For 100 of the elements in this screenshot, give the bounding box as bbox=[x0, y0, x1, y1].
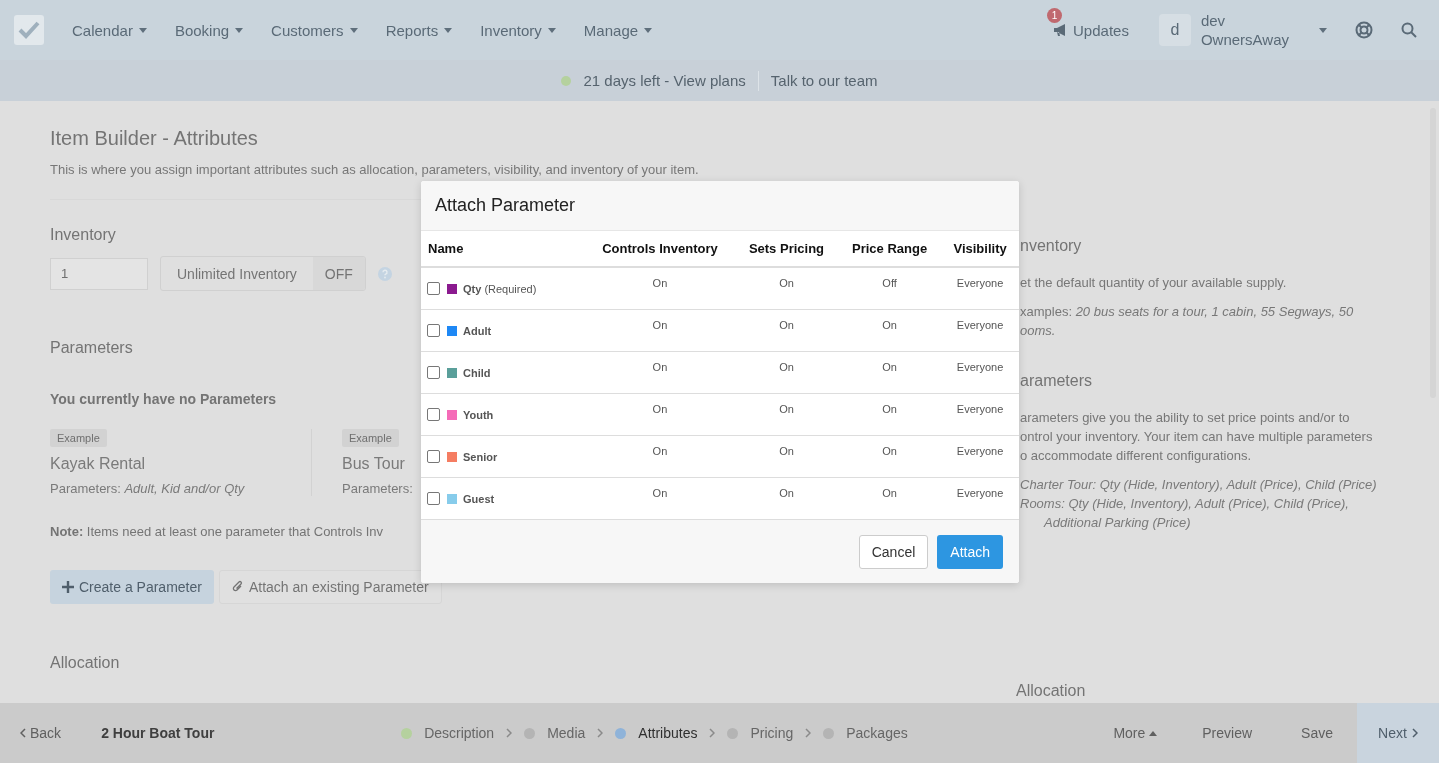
checkbox[interactable] bbox=[427, 408, 440, 421]
table-cell: On bbox=[652, 445, 668, 457]
preview-button[interactable]: Preview bbox=[1177, 725, 1278, 741]
column-header: Name bbox=[421, 231, 585, 267]
attach-parameter-button[interactable]: Attach an existing Parameter bbox=[218, 570, 442, 604]
paperclip-icon bbox=[231, 580, 244, 594]
table-cell: On bbox=[882, 361, 897, 373]
dialog-title: Attach Parameter bbox=[435, 195, 576, 216]
create-parameter-button[interactable]: Create a Parameter bbox=[50, 570, 214, 604]
example-text: Rooms: Qty (Hide, Inventory), Adult (Price), Child (Price), bbox=[1020, 495, 1350, 513]
example-parameters: Parameters: bbox=[342, 481, 413, 496]
table-cell: Off bbox=[882, 277, 897, 289]
attach-button[interactable]: Attach bbox=[937, 534, 1003, 569]
help-heading: nventory bbox=[1020, 237, 1083, 255]
page-description: This is where you assign important attributes such as allocation, parameters, visibility, and inventory of your item. bbox=[50, 162, 700, 177]
table-cell: On bbox=[779, 361, 794, 373]
chevron-icon bbox=[709, 728, 716, 738]
example-badge: Example bbox=[50, 429, 107, 447]
checkbox[interactable] bbox=[427, 450, 440, 463]
table-cell: Everyone bbox=[956, 319, 1004, 331]
more-menu-button[interactable]: More bbox=[1093, 725, 1178, 741]
nav-menu-item[interactable]: Customers bbox=[271, 21, 358, 39]
parameter-name: Adult bbox=[463, 324, 492, 337]
checkbox[interactable] bbox=[427, 492, 440, 505]
status-dot bbox=[561, 75, 572, 86]
search-icon[interactable] bbox=[1401, 22, 1417, 38]
empty-state-message: You currently have no Parameters bbox=[50, 391, 278, 407]
plus-icon bbox=[62, 581, 74, 593]
cancel-button[interactable]: Cancel bbox=[858, 534, 929, 569]
caret-icon bbox=[1319, 27, 1327, 33]
checkmark-logo-icon[interactable] bbox=[14, 15, 44, 45]
caret-icon bbox=[235, 27, 244, 33]
table-cell: On bbox=[652, 361, 668, 373]
section-heading: Parameters bbox=[50, 339, 134, 357]
table-cell: Everyone bbox=[956, 361, 1004, 373]
table-cell: On bbox=[779, 445, 794, 457]
item-name: 2 Hour Boat Tour bbox=[101, 725, 216, 741]
example-parameters: Parameters: Adult, Kid and/or Qty bbox=[50, 481, 245, 496]
example-badge: Example bbox=[342, 429, 399, 447]
checkbox[interactable] bbox=[427, 282, 440, 295]
next-button[interactable]: Next bbox=[1357, 703, 1439, 763]
help-lifebuoy-icon[interactable] bbox=[1355, 21, 1373, 39]
help-heading: arameters bbox=[1020, 372, 1094, 390]
table-cell: On bbox=[779, 403, 794, 415]
caret-icon bbox=[138, 27, 147, 33]
quantity-input[interactable]: 1 bbox=[50, 257, 148, 290]
table-cell: On bbox=[882, 487, 897, 499]
nav-menu-item[interactable]: Calendar bbox=[72, 21, 147, 39]
table-cell: On bbox=[882, 403, 897, 415]
page-title: Item Builder - Attributes bbox=[50, 127, 259, 150]
company-name[interactable]: OwnersAway bbox=[1200, 30, 1289, 49]
chevron-icon bbox=[506, 728, 513, 738]
save-button[interactable]: Save bbox=[1277, 725, 1357, 741]
caret-icon bbox=[547, 27, 556, 33]
table-cell: Everyone bbox=[956, 445, 1004, 457]
table-cell: Everyone bbox=[956, 403, 1004, 415]
nav-menu-item[interactable]: Booking bbox=[174, 21, 244, 39]
caret-icon bbox=[349, 27, 358, 33]
wizard-step[interactable]: Packages bbox=[846, 725, 908, 741]
user-name[interactable]: dev bbox=[1200, 11, 1289, 30]
checkbox[interactable] bbox=[427, 366, 440, 379]
checkbox[interactable] bbox=[427, 324, 440, 337]
wizard-step[interactable]: Pricing bbox=[750, 725, 794, 741]
table-cell: Everyone bbox=[956, 277, 1004, 289]
example-text: Charter Tour: Qty (Hide, Inventory), Adult (Price), Child (Price) bbox=[1020, 476, 1378, 494]
example-text: Additional Parking (Price) bbox=[1042, 514, 1192, 532]
view-plans-link[interactable]: 21 days left - View plans bbox=[583, 72, 746, 89]
section-heading: Allocation bbox=[50, 654, 121, 672]
table-cell: On bbox=[652, 319, 668, 331]
example-title: Kayak Rental bbox=[50, 455, 146, 473]
parameter-name: Qty (Required) bbox=[463, 282, 537, 295]
caret-up-icon bbox=[1149, 730, 1158, 736]
table-cell: On bbox=[652, 487, 668, 499]
column-header: Controls Inventory bbox=[585, 231, 735, 267]
talk-to-team-link[interactable]: Talk to our team bbox=[770, 72, 878, 89]
help-heading: Allocation bbox=[1016, 682, 1087, 700]
wizard-step[interactable]: Attributes bbox=[638, 725, 698, 741]
nav-menu-item[interactable]: Manage bbox=[583, 21, 653, 39]
chevron-icon bbox=[597, 728, 604, 738]
wizard-step[interactable]: Description bbox=[424, 725, 495, 741]
table-cell: On bbox=[652, 403, 668, 415]
section-heading: Inventory bbox=[50, 226, 117, 244]
chevron-left-icon bbox=[20, 728, 26, 738]
note-text: Note: Items need at least one parameter that Controls Inv bbox=[50, 524, 384, 539]
user-avatar[interactable]: d bbox=[1158, 14, 1191, 46]
help-text: et the default quantity of your available supply. bbox=[1020, 274, 1288, 292]
nav-menu-item[interactable]: Inventory bbox=[480, 21, 556, 39]
column-header: Sets Pricing bbox=[734, 231, 839, 267]
help-text: o accommodate different configurations. bbox=[1020, 447, 1252, 465]
parameter-name: Youth bbox=[463, 408, 494, 421]
updates-link[interactable]: Updates bbox=[1073, 21, 1129, 39]
caret-icon bbox=[444, 27, 453, 33]
column-header: Price Range bbox=[838, 231, 942, 267]
wizard-step[interactable]: Media bbox=[547, 725, 586, 741]
back-button[interactable]: Back bbox=[0, 725, 82, 741]
table-cell: On bbox=[652, 277, 668, 289]
table-cell: Everyone bbox=[956, 487, 1004, 499]
help-text: arameters give you the ability to set price points and/or to bbox=[1020, 409, 1351, 427]
unlimited-inventory-toggle[interactable]: Unlimited Inventory OFF bbox=[160, 256, 366, 291]
nav-menu-item[interactable]: Reports bbox=[385, 21, 453, 39]
